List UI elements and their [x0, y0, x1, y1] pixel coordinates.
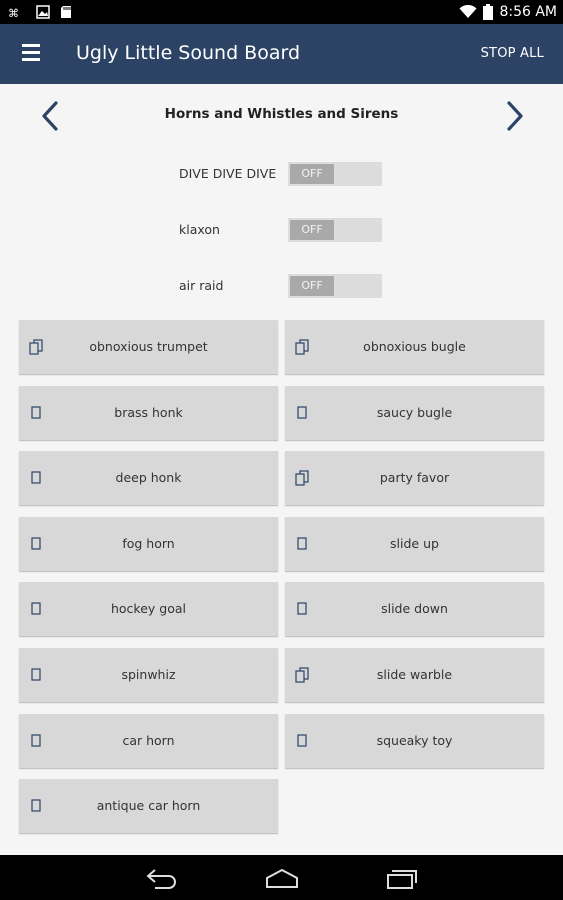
toggle-switch[interactable]: OFF — [288, 274, 382, 298]
chevron-right-icon[interactable] — [503, 100, 527, 132]
sound-button-label: slide warble — [376, 667, 453, 682]
sound-button-label: car horn — [122, 732, 175, 748]
sound-button[interactable]: slide warble — [285, 648, 544, 702]
sound-button-label: party favor — [379, 470, 450, 486]
sound-button[interactable]: antique car horn — [19, 779, 278, 834]
menu-icon[interactable] — [22, 44, 42, 62]
sound-button-label: brass honk — [114, 404, 183, 420]
toggle-state: OFF — [290, 276, 334, 296]
toggle-state: OFF — [290, 220, 334, 240]
sound-button-label: obnoxious bugle — [363, 339, 466, 354]
status-bar: ⌘ 8:56 AM — [0, 0, 563, 24]
clock: 8:56 AM — [499, 4, 557, 20]
svg-text:⌘: ⌘ — [8, 7, 19, 19]
sound-button[interactable]: car horn — [19, 713, 278, 768]
sound-button[interactable]: hockey goal — [19, 582, 278, 637]
category-title: Horns and Whistles and Sirens — [164, 106, 399, 122]
app-bar: Ugly Little Sound Board STOP ALL — [0, 24, 563, 84]
sound-button[interactable]: saucy bugle — [285, 385, 544, 440]
app-title: Ugly Little Sound Board — [76, 42, 301, 64]
toggle-switch[interactable]: OFF — [288, 218, 382, 242]
status-notifications: ⌘ — [8, 4, 72, 20]
toggle-state: OFF — [290, 164, 334, 184]
sound-button[interactable]: spinwhiz — [19, 648, 278, 702]
voicemail-icon: ⌘ — [8, 7, 19, 19]
recents-icon[interactable] — [386, 867, 420, 889]
sound-button-label: slide down — [381, 601, 448, 617]
sound-button-label: fog horn — [122, 535, 175, 551]
toggle-row: air raid OFF — [0, 274, 563, 298]
home-icon[interactable] — [264, 867, 300, 889]
sound-button[interactable]: slide up — [285, 516, 544, 571]
system-nav-bar — [0, 855, 563, 900]
toggle-row: klaxon OFF — [0, 218, 563, 242]
sound-button-label: obnoxious trumpet — [89, 339, 208, 354]
sound-button-label: hockey goal — [110, 601, 186, 617]
status-system: 8:56 AM — [459, 2, 557, 22]
toggle-switch[interactable]: OFF — [288, 162, 382, 186]
sound-button[interactable]: obnoxious bugle — [285, 320, 544, 374]
battery-icon — [483, 4, 494, 20]
sound-button[interactable]: fog horn — [19, 516, 278, 571]
sound-button-label: antique car horn — [96, 798, 201, 814]
toggle-label: klaxon — [179, 222, 220, 237]
toggle-label: DIVE DIVE DIVE — [179, 166, 277, 181]
sound-button-label: saucy bugle — [376, 404, 453, 420]
sound-button-label: spinwhiz — [121, 667, 176, 682]
sound-button[interactable]: brass honk — [19, 385, 278, 440]
toggle-row: DIVE DIVE DIVE OFF — [0, 162, 563, 186]
sound-button-label: slide up — [390, 535, 439, 551]
sound-button[interactable]: squeaky toy — [285, 713, 544, 768]
sound-button-label: deep honk — [115, 470, 182, 486]
toggle-label: air raid — [179, 278, 224, 293]
sd-card-icon — [61, 6, 71, 18]
sound-button-label: squeaky toy — [376, 732, 453, 748]
wifi-icon — [459, 5, 477, 18]
image-icon — [36, 5, 50, 19]
sound-button[interactable]: slide down — [285, 582, 544, 637]
sound-button[interactable]: obnoxious trumpet — [19, 320, 278, 374]
sound-button[interactable]: party favor — [285, 451, 544, 506]
chevron-left-icon[interactable] — [38, 100, 62, 132]
stop-all-button[interactable]: STOP ALL — [481, 46, 544, 61]
sound-button[interactable]: deep honk — [19, 451, 278, 506]
back-icon[interactable] — [145, 867, 179, 889]
